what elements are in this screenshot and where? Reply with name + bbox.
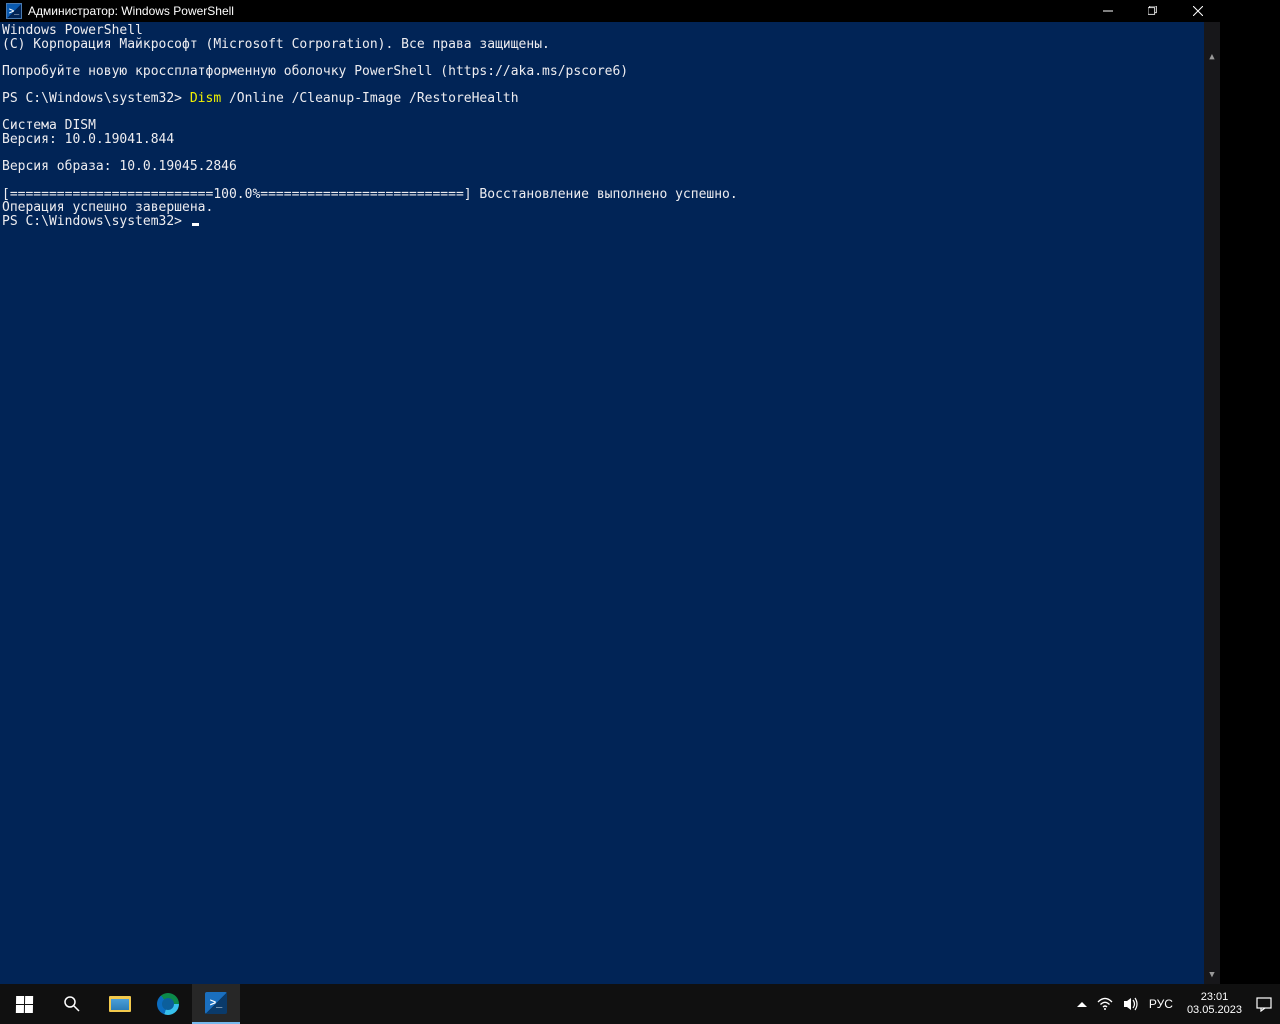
notification-icon [1256,996,1272,1012]
tray-overflow-button[interactable] [1077,1002,1087,1007]
search-icon [63,995,81,1013]
taskbar: >_ РУС 23:01 03.05.2023 [0,984,1280,1024]
volume-button[interactable] [1123,996,1139,1012]
speaker-icon [1123,996,1139,1012]
window-title: Администратор: Windows PowerShell [28,4,1085,18]
edge-button[interactable] [144,984,192,1024]
file-explorer-button[interactable] [96,984,144,1024]
scrollbar[interactable]: ▲ ▼ [1204,22,1220,984]
action-center-button[interactable] [1256,996,1272,1012]
chevron-up-icon [1077,1002,1087,1007]
wifi-icon [1097,996,1113,1012]
maximize-button[interactable] [1130,0,1175,22]
close-button[interactable] [1175,0,1220,22]
folder-icon [109,996,131,1012]
powershell-window: >_ Администратор: Windows PowerShell Win… [0,0,1220,984]
search-button[interactable] [48,984,96,1024]
desktop-background-strip [1220,0,1280,984]
terminal-line: Версия: 10.0.19041.844 [2,132,174,147]
language-label: РУС [1149,997,1173,1011]
scroll-up-icon[interactable]: ▲ [1204,49,1220,65]
terminal-line: (C) Корпорация Майкрософт (Microsoft Cor… [2,37,550,52]
prompt-text: PS C:\Windows\system32> [2,214,190,229]
command-args: /Online /Cleanup-Image /RestoreHealth [221,91,518,106]
date-label: 03.05.2023 [1187,1004,1242,1017]
powershell-icon: >_ [6,3,22,19]
taskbar-left: >_ [0,984,240,1024]
window-controls [1085,0,1220,22]
system-tray: РУС 23:01 03.05.2023 [1077,984,1280,1024]
windows-logo-icon [15,996,32,1013]
minimize-button[interactable] [1085,0,1130,22]
terminal-line: Версия образа: 10.0.19045.2846 [2,159,237,174]
wifi-button[interactable] [1097,996,1113,1012]
scroll-down-icon[interactable]: ▼ [1204,968,1220,984]
cursor [192,223,199,226]
terminal-line: Попробуйте новую кроссплатформенную обол… [2,64,628,79]
titlebar[interactable]: >_ Администратор: Windows PowerShell [0,0,1220,22]
prompt-text: PS C:\Windows\system32> [2,91,190,106]
powershell-taskbar-button[interactable]: >_ [192,984,240,1024]
powershell-icon: >_ [205,992,227,1014]
terminal-output[interactable]: Windows PowerShell (C) Корпорация Майкро… [0,22,1220,984]
edge-icon [157,993,179,1015]
language-indicator[interactable]: РУС [1149,997,1173,1011]
time-label: 23:01 [1201,991,1229,1004]
clock[interactable]: 23:01 03.05.2023 [1183,991,1246,1017]
start-button[interactable] [0,984,48,1024]
command-text: Dism [190,91,221,106]
